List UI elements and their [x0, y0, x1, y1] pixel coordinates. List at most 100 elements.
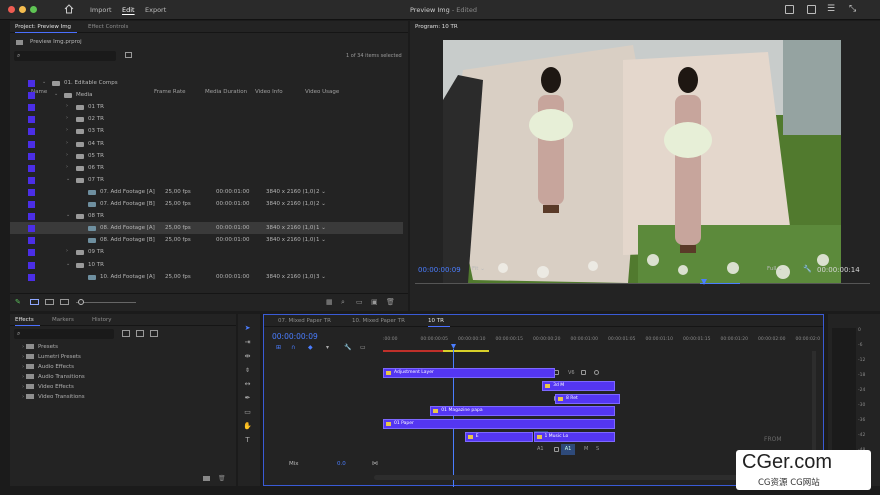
- accelerated-effects-icon[interactable]: [122, 330, 130, 337]
- home-icon[interactable]: [64, 4, 74, 14]
- rectangle-tool-icon[interactable]: ▭: [243, 408, 252, 417]
- chevron-right-icon[interactable]: ›: [66, 127, 68, 133]
- new-item-icon[interactable]: ▣: [371, 298, 378, 306]
- project-row[interactable]: 08. Add Footage [B] 25,00 fps 00:00:01:00 3…: [10, 234, 403, 246]
- hand-tool-icon[interactable]: ✋: [243, 422, 252, 431]
- timeline-clip[interactable]: 01 Magazine papa: [430, 406, 616, 417]
- project-row[interactable]: 08. Add Footage [A] 25,00 fps 00:00:01:00 3…: [10, 222, 403, 235]
- new-bin-icon[interactable]: [125, 52, 132, 58]
- track-target-a1[interactable]: A1: [561, 443, 575, 455]
- mute-icon[interactable]: M: [584, 446, 588, 452]
- effects-folder[interactable]: › Video Effects: [22, 384, 74, 390]
- delete-icon[interactable]: 🗑: [386, 298, 395, 306]
- effects-folder[interactable]: › Presets: [22, 344, 58, 350]
- chevron-down-icon[interactable]: ⌄: [66, 212, 70, 218]
- nav-export[interactable]: Export: [145, 6, 166, 14]
- timeline-clip[interactable]: 01 Paper: [383, 419, 616, 430]
- project-row[interactable]: ⌄ 10 TR: [10, 259, 403, 271]
- ripple-edit-tool-icon[interactable]: ⇹: [243, 352, 252, 361]
- menu-icon[interactable]: ☰: [827, 4, 835, 14]
- mix-nav-icon[interactable]: ⋈: [372, 460, 378, 467]
- minimize-window-button[interactable]: [19, 6, 26, 13]
- selection-tool-icon[interactable]: ➤: [243, 324, 252, 333]
- quick-export-icon[interactable]: [785, 5, 794, 14]
- project-row[interactable]: › 01 TR: [10, 101, 403, 113]
- timeline-clip[interactable]: E: [464, 432, 534, 442]
- chevron-right-icon[interactable]: ›: [66, 115, 68, 121]
- list-view-icon[interactable]: [30, 299, 39, 305]
- effects-folder[interactable]: › Lumetri Presets: [22, 354, 81, 360]
- effects-folder[interactable]: › Video Transitions: [22, 394, 85, 400]
- effects-folder[interactable]: › Audio Effects: [22, 364, 74, 370]
- zoom-slider-handle[interactable]: [78, 299, 84, 305]
- project-row[interactable]: › 02 TR: [10, 113, 403, 125]
- snap-icon[interactable]: ⊞: [276, 344, 281, 351]
- mix-value[interactable]: 0.0: [337, 461, 346, 467]
- project-row[interactable]: ⌄ 01. Editable Comps: [10, 77, 403, 89]
- tab-effect-controls[interactable]: Effect Controls: [88, 24, 128, 30]
- yuv-effects-icon[interactable]: [150, 330, 158, 337]
- sync-lock-icon[interactable]: [581, 370, 586, 375]
- tab-sequence-10-mixed[interactable]: 10. Mixed Paper TR: [352, 318, 405, 324]
- project-row[interactable]: 10. Add Footage [A] 25,00 fps 00:00:01:00 3…: [10, 271, 403, 283]
- add-marker-timeline-icon[interactable]: ◆: [308, 344, 313, 351]
- timeline-clip[interactable]: Adjustment Layer: [383, 368, 555, 378]
- chevron-right-icon[interactable]: ›: [66, 248, 68, 254]
- solo-icon[interactable]: S: [596, 446, 599, 452]
- close-window-button[interactable]: [8, 6, 15, 13]
- pencil-icon[interactable]: ✎: [15, 298, 21, 306]
- pen-tool-icon[interactable]: ✒: [243, 394, 252, 403]
- nav-import[interactable]: Import: [90, 6, 112, 14]
- source-patch-a1[interactable]: A1: [537, 446, 544, 452]
- chevron-down-icon[interactable]: ⌄: [66, 176, 70, 182]
- captions-icon[interactable]: ▭: [360, 344, 366, 351]
- wrench-icon[interactable]: 🔧: [803, 265, 812, 273]
- 32bit-effects-icon[interactable]: [136, 330, 144, 337]
- project-row[interactable]: › 09 TR: [10, 246, 403, 258]
- timeline-clip[interactable]: 3d M: [542, 380, 616, 391]
- tab-project[interactable]: Project: Preview Img: [15, 24, 78, 33]
- project-row[interactable]: ⌄ 08 TR: [10, 210, 403, 222]
- chevron-right-icon[interactable]: ›: [66, 152, 68, 158]
- chevron-down-icon[interactable]: ⌄: [42, 79, 46, 85]
- delete-effects-icon[interactable]: 🗑: [218, 475, 226, 482]
- project-row[interactable]: › 06 TR: [10, 162, 403, 174]
- track-select-tool-icon[interactable]: ⇥: [243, 338, 252, 347]
- icon-view-icon[interactable]: [45, 299, 54, 305]
- project-row[interactable]: › 03 TR: [10, 125, 403, 137]
- type-tool-icon[interactable]: T: [243, 436, 252, 445]
- chevron-right-icon[interactable]: ›: [66, 103, 68, 109]
- linked-selection-icon[interactable]: ∩: [291, 344, 295, 351]
- fit-dropdown[interactable]: Fit ⌄: [472, 266, 485, 272]
- freeform-view-icon[interactable]: [60, 299, 69, 305]
- zoom-slider[interactable]: [76, 302, 136, 303]
- project-row[interactable]: › 04 TR: [10, 138, 403, 150]
- fullscreen-icon[interactable]: [807, 5, 816, 14]
- razor-tool-icon[interactable]: ⌽: [243, 366, 252, 375]
- project-row[interactable]: › 05 TR: [10, 150, 403, 162]
- new-bin-footer-icon[interactable]: ▭: [356, 298, 363, 306]
- effects-search-input[interactable]: ⌕: [14, 329, 114, 339]
- program-scrubber[interactable]: [415, 279, 870, 287]
- timeline-timecode[interactable]: 00:00:00:09: [272, 332, 318, 341]
- search-input[interactable]: ⌕: [14, 51, 116, 61]
- tab-history[interactable]: History: [92, 317, 112, 323]
- chevron-down-icon[interactable]: ⌄: [54, 91, 58, 97]
- timeline-clip[interactable]: 1 Music Lo: [533, 432, 616, 442]
- tab-effects[interactable]: Effects: [15, 317, 40, 326]
- quality-dropdown[interactable]: Full ⌄: [767, 266, 783, 272]
- slip-tool-icon[interactable]: ↔: [243, 380, 252, 389]
- marker-icon[interactable]: ▾: [326, 344, 329, 351]
- zoom-window-button[interactable]: [30, 6, 37, 13]
- chevron-right-icon[interactable]: ›: [66, 140, 68, 146]
- lock-icon[interactable]: [554, 446, 559, 452]
- project-row[interactable]: 07. Add Footage [B] 25,00 fps 00:00:01:00 3…: [10, 198, 403, 210]
- tab-sequence-07[interactable]: 07. Mixed Paper TR: [278, 318, 331, 324]
- effects-folder[interactable]: › Audio Transitions: [22, 374, 85, 380]
- tab-markers[interactable]: Markers: [52, 317, 74, 323]
- new-bin-effects-icon[interactable]: [203, 476, 210, 481]
- program-timecode[interactable]: 00:00:00:09: [418, 266, 461, 274]
- collapse-icon[interactable]: ⤡: [849, 4, 856, 14]
- project-row[interactable]: ⌄ Media: [10, 89, 403, 101]
- program-video-frame[interactable]: [443, 40, 841, 283]
